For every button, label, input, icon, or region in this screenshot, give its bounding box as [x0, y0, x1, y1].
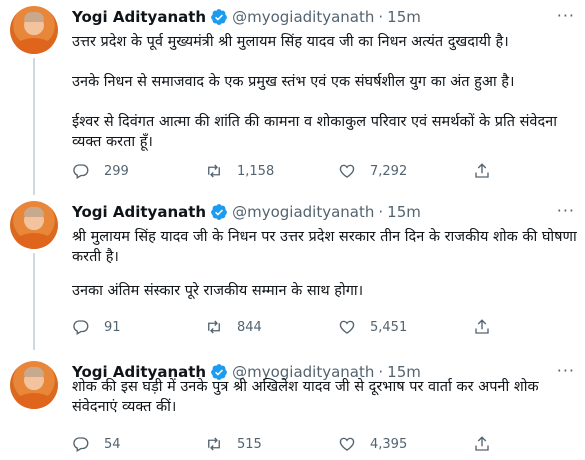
tweet-2[interactable]: Yogi Adityanath @myogiadityanath · 15m ·… [0, 195, 585, 350]
like-count: 7,292 [370, 163, 408, 179]
author-name[interactable]: Yogi Adityanath [72, 203, 206, 221]
reply-icon [73, 437, 89, 452]
reply-count: 54 [104, 436, 121, 452]
author-handle[interactable]: @myogiadityanath [232, 203, 374, 221]
share-icon [475, 319, 489, 334]
tweet-line: श्री मुलायम सिंह यादव जी के निधन पर उत्त… [72, 229, 577, 265]
verified-badge-icon [211, 204, 227, 220]
share-button[interactable] [471, 162, 491, 180]
verified-badge-icon [211, 9, 227, 25]
timestamp[interactable]: 15m [387, 8, 421, 26]
like-button[interactable]: 5,451 [338, 318, 471, 336]
avatar[interactable] [10, 361, 58, 409]
timestamp[interactable]: 15m [387, 203, 421, 221]
reply-button[interactable]: 54 [72, 435, 205, 453]
tweet-line [72, 52, 577, 72]
heart-icon [339, 320, 355, 334]
tweet-text: शोक की इस घड़ी में उनके पुत्र श्री अखिले… [72, 377, 577, 417]
more-options-icon[interactable]: ··· [557, 201, 575, 220]
like-count: 5,451 [370, 319, 408, 335]
tweet-line [72, 92, 577, 112]
tweet-line: ईश्वर से दिवंगत आत्मा की शांति की कामना … [72, 114, 557, 150]
tweet-line [72, 267, 577, 281]
like-button[interactable]: 7,292 [338, 162, 471, 180]
share-icon [475, 163, 489, 178]
avatar[interactable] [10, 6, 58, 54]
tweet-actions: 91 844 5,451 [72, 318, 512, 336]
retweet-count: 1,158 [237, 163, 275, 179]
retweet-count: 515 [237, 436, 262, 452]
retweet-button[interactable]: 1,158 [205, 162, 338, 180]
share-button[interactable] [471, 318, 491, 336]
retweet-icon [208, 164, 220, 178]
share-icon [475, 436, 489, 451]
tweet-header: Yogi Adityanath @myogiadityanath · 15m [72, 203, 421, 221]
thread-connector [33, 58, 35, 195]
share-button[interactable] [471, 435, 491, 453]
author-handle[interactable]: @myogiadityanath [232, 8, 374, 26]
tweet-header: Yogi Adityanath @myogiadityanath · 15m [72, 8, 421, 26]
heart-icon [339, 164, 355, 178]
avatar[interactable] [10, 201, 58, 249]
more-options-icon[interactable]: ··· [557, 6, 575, 25]
thread-connector [33, 253, 35, 350]
retweet-icon [208, 437, 220, 451]
separator-dot: · [378, 203, 384, 221]
reply-count: 299 [104, 163, 129, 179]
reply-icon [73, 320, 89, 335]
tweet-line: उत्तर प्रदेश के पूर्व मुख्यमंत्री श्री म… [72, 34, 509, 50]
tweet-actions: 54 515 4,395 [72, 435, 512, 453]
retweet-icon [208, 320, 220, 334]
reply-button[interactable]: 299 [72, 162, 205, 180]
tweet-1[interactable]: Yogi Adityanath @myogiadityanath · 15m ·… [0, 0, 585, 195]
author-name[interactable]: Yogi Adityanath [72, 8, 206, 26]
separator-dot: · [378, 8, 384, 26]
tweet-actions: 299 1,158 7,292 [72, 162, 512, 180]
reply-icon [73, 164, 89, 179]
heart-icon [339, 437, 355, 451]
tweet-line: शोक की इस घड़ी में उनके पुत्र श्री अखिले… [72, 379, 539, 415]
retweet-count: 844 [237, 319, 262, 335]
tweet-line: उनका अंतिम संस्कार पूरे राजकीय सम्मान के… [72, 283, 364, 299]
like-button[interactable]: 4,395 [338, 435, 471, 453]
tweet-text: श्री मुलायम सिंह यादव जी के निधन पर उत्त… [72, 227, 577, 301]
reply-button[interactable]: 91 [72, 318, 205, 336]
retweet-button[interactable]: 844 [205, 318, 338, 336]
tweet-line: उनके निधन से समाजवाद के एक प्रमुख स्तंभ … [72, 74, 515, 90]
reply-count: 91 [104, 319, 121, 335]
tweet-text: उत्तर प्रदेश के पूर्व मुख्यमंत्री श्री म… [72, 32, 577, 152]
tweet-3[interactable]: Yogi Adityanath @myogiadityanath · 15m ·… [0, 355, 585, 460]
like-count: 4,395 [370, 436, 408, 452]
retweet-button[interactable]: 515 [205, 435, 338, 453]
